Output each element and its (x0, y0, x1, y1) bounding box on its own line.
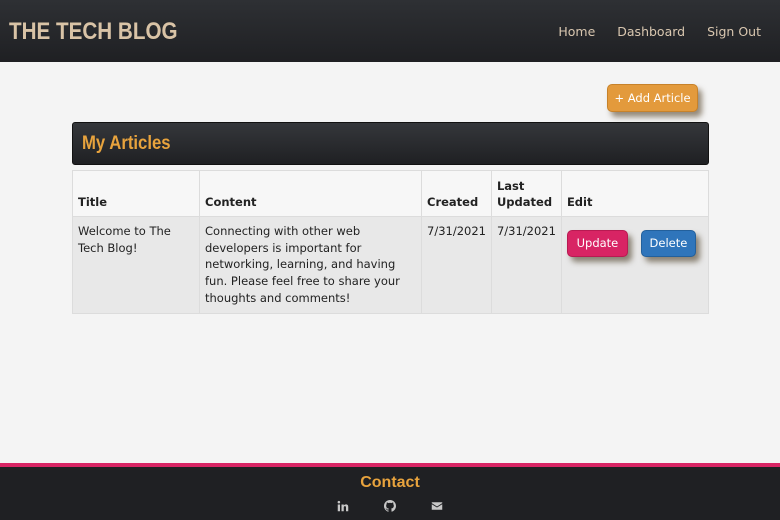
envelope-icon[interactable] (431, 500, 443, 512)
cell-title: Welcome to The Tech Blog! (72, 216, 200, 314)
table-header-row: Title Content Created Last Updated Edit (72, 170, 710, 217)
section-title: My Articles (82, 132, 171, 154)
cell-last-updated: 7/31/2021 (490, 216, 562, 314)
cell-edit: Update Delete (560, 216, 710, 314)
footer-icons (0, 500, 780, 512)
footer-title: Contact (360, 474, 420, 491)
delete-button[interactable]: Delete (640, 230, 696, 257)
header-content: Content (199, 170, 422, 217)
add-article-button[interactable]: + Add Article (607, 84, 698, 112)
linkedin-icon[interactable] (337, 500, 349, 512)
header-last-updated: Last Updated (490, 170, 562, 217)
cell-created: 7/31/2021 (421, 216, 492, 314)
nav-link-dashboard[interactable]: Dashboard (617, 24, 685, 39)
update-button[interactable]: Update (566, 230, 628, 257)
nav-link-home[interactable]: Home (558, 24, 595, 39)
header-edit: Edit (560, 170, 710, 217)
cell-content: Connecting with other web developers is … (199, 216, 422, 314)
nav-links: Home Dashboard Sign Out (536, 24, 761, 39)
header-title: Title (72, 170, 200, 217)
nav-link-sign-out[interactable]: Sign Out (707, 24, 761, 39)
site-brand[interactable]: THE TECH BLOG (9, 18, 178, 46)
articles-table: Title Content Created Last Updated Edit … (72, 170, 710, 314)
navbar: THE TECH BLOG Home Dashboard Sign Out (0, 0, 780, 62)
github-icon[interactable] (384, 500, 396, 512)
header-created: Created (421, 170, 492, 217)
footer: Contact (0, 463, 780, 520)
table-row: Welcome to The Tech Blog! Connecting wit… (72, 216, 710, 314)
my-articles-header: My Articles (72, 122, 709, 165)
